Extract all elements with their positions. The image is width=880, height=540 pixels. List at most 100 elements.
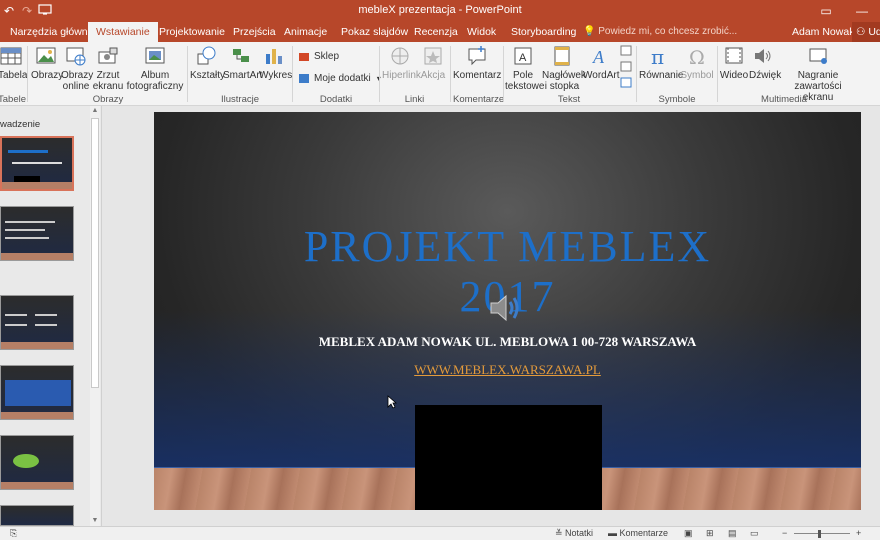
thumb-floor [1,342,73,349]
shapes-button[interactable]: Kształty [190,44,226,81]
chart-button[interactable]: Wykres [259,44,292,81]
section-label[interactable]: wadzenie [0,119,40,130]
tab-transitions[interactable]: Przejścia [233,22,276,42]
slide-website-link[interactable]: WWW.MEBLEX.WARSZAWA.PL [154,362,861,378]
tab-view[interactable]: Widok [467,22,496,42]
divider [292,46,293,102]
comment-label: Komentarz [453,70,502,81]
slide-thumbnail-4[interactable] [0,365,74,420]
group-addins-label: Dodatki [319,94,353,105]
zoom-in-icon[interactable]: + [856,527,861,540]
thumb-text-line [12,162,62,164]
thumb-title-line [8,150,48,153]
normal-view-icon[interactable]: ▣ [684,527,693,540]
zoom-slider[interactable] [794,533,850,534]
current-slide[interactable]: PROJEKT MEBLEX 2017 MEBLEX ADAM NOWAK UL… [154,112,861,510]
audio-speaker-icon[interactable] [487,288,527,328]
wordart-button[interactable]: A WordArt [583,44,620,81]
tab-home[interactable]: Narzędzia główne [10,22,93,42]
action-button[interactable]: Akcja [419,44,447,81]
tab-insert[interactable]: Wstawianie [88,22,158,42]
group-illustrations-label: Ilustracje [220,94,259,105]
divider [379,46,380,102]
hyperlink-button[interactable]: Hiperlink [382,44,421,81]
slide-title-line-1: PROJEKT MEBLEX [303,222,712,271]
slide-editor: PROJEKT MEBLEX 2017 MEBLEX ADAM NOWAK UL… [103,106,880,526]
slide-show-icon[interactable]: ▭ [750,527,759,540]
comment-icon [468,46,486,66]
svg-text:A: A [519,52,527,64]
online-picture-icon [66,47,86,66]
tab-storyboarding[interactable]: Storyboarding [511,22,576,42]
slide-thumbnail-2[interactable] [0,206,74,261]
video-label: Wideo [719,70,749,81]
video-button[interactable]: Wideo [719,44,749,81]
reading-view-icon[interactable]: ▤ [728,527,737,540]
pictures-button[interactable]: Obrazy [31,44,63,81]
symbol-button[interactable]: Ω Symbol [680,44,714,81]
audio-button[interactable]: Dźwięk [749,44,781,81]
scroll-down-icon[interactable]: ▼ [90,516,100,526]
store-button[interactable]: Sklep [298,50,339,62]
window-controls: ▭ — [808,0,880,22]
scrollbar-thumb[interactable] [91,118,99,388]
scroll-up-icon[interactable]: ▲ [90,106,100,116]
slide-subtitle[interactable]: MEBLEX ADAM NOWAK UL. MEBLOWA 1 00-728 W… [154,334,861,350]
screen-recording-icon [809,48,827,64]
tab-review[interactable]: Recenzja [414,22,458,42]
zoom-out-icon[interactable]: − [782,527,787,540]
slide-thumbnail-1[interactable] [0,136,74,191]
share-button[interactable]: ⚇ Ud [852,22,880,42]
zoom-slider-handle[interactable] [818,530,821,538]
slide-thumbnail-5[interactable] [0,435,74,490]
photo-album-label: Album fotograficzny [126,70,184,92]
my-addins-icon [299,74,309,83]
thumb-text-line [5,324,27,326]
online-pictures-button[interactable]: Obrazy online [61,44,93,92]
screenshot-button[interactable]: Zrzut ekranu [92,44,124,92]
tab-animations[interactable]: Animacje [284,22,327,42]
smartart-button[interactable]: SmartArt [223,44,262,81]
text-small-icons [620,45,632,88]
text-extra-icons[interactable] [619,44,633,97]
minimize-icon[interactable]: — [844,0,880,22]
accessibility-icon[interactable]: ⎘ [10,527,17,540]
notes-button[interactable]: ≚ Notatki [555,527,593,540]
group-tables-label: Tabele [0,94,26,105]
table-icon [0,47,22,65]
comments-button[interactable]: ▬ Komentarze [608,527,668,540]
thumb-text-line [35,314,57,316]
ribbon-display-options-icon[interactable]: ▭ [808,0,844,22]
pi-icon: π [651,45,664,68]
group-links-label: Linki [404,94,425,105]
embedded-video-placeholder[interactable] [415,405,602,510]
symbol-label: Symbol [680,70,714,81]
photo-album-button[interactable]: Album fotograficzny [125,44,185,92]
text-box-button[interactable]: A Pole tekstowe [505,44,544,92]
my-addins-button[interactable]: Moje dodatki ▾ [298,72,381,84]
tab-slide-show[interactable]: Pokaz slajdów [341,22,408,42]
slide-thumbnail-6[interactable] [0,505,74,526]
slide-thumbnails-pane: wadzenie ▲ ▼ [0,106,102,526]
tell-me-text: Powiedz mi, co chcesz zrobić... [598,26,738,37]
thumb-floor [1,412,73,419]
user-account[interactable]: Adam Nowak [792,22,854,42]
equation-button[interactable]: π Równanie [639,44,683,81]
tell-me-search[interactable]: 💡 Powiedz mi, co chcesz zrobić... [583,22,737,42]
comment-button[interactable]: Komentarz [453,44,501,81]
slide-thumbnail-3[interactable] [0,295,74,350]
screenshot-label: Zrzut ekranu [92,70,124,92]
shapes-icon [197,46,216,65]
slide-sorter-icon[interactable]: ⊞ [706,527,714,540]
thumb-text-line [5,221,55,223]
store-label: Sklep [314,50,340,62]
text-box-icon: A [514,47,532,65]
header-footer-button[interactable]: Nagłówek i stopka [542,44,586,92]
svg-text:Ω: Ω [689,47,705,68]
table-button[interactable]: Tabela [0,44,27,81]
title-bar: ↶ ↷ mebleX prezentacja - PowerPoint ▭ — [0,0,880,22]
shapes-label: Kształty [190,70,226,81]
header-footer-icon [554,46,570,66]
tab-design[interactable]: Projektowanie [159,22,225,42]
thumb-text-line [5,237,49,239]
